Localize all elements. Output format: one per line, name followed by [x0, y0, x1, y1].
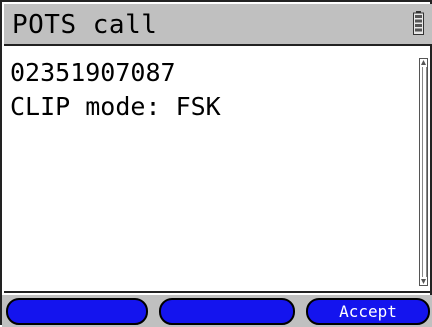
softkey-2[interactable] — [159, 298, 295, 325]
message-area: 02351907087 CLIP mode: FSK — [4, 48, 432, 293]
device-screen: POTS call 02351907087 CLIP mode: FSK Acc… — [0, 0, 432, 327]
battery-icon — [413, 11, 424, 35]
accept-button[interactable]: Accept — [306, 298, 430, 325]
softkey-1[interactable] — [6, 298, 148, 325]
scroll-up-arrow-icon[interactable] — [421, 60, 426, 65]
scroll-thumb[interactable] — [422, 67, 427, 277]
clip-mode-text: CLIP mode: FSK — [10, 92, 221, 121]
screen-title: POTS call — [12, 10, 158, 40]
caller-number: 02351907087 — [10, 58, 176, 87]
scroll-down-arrow-icon[interactable] — [421, 279, 426, 284]
title-bar: POTS call — [4, 4, 432, 46]
vertical-scrollbar[interactable] — [419, 58, 428, 286]
softkey-bar: Accept — [2, 295, 432, 327]
